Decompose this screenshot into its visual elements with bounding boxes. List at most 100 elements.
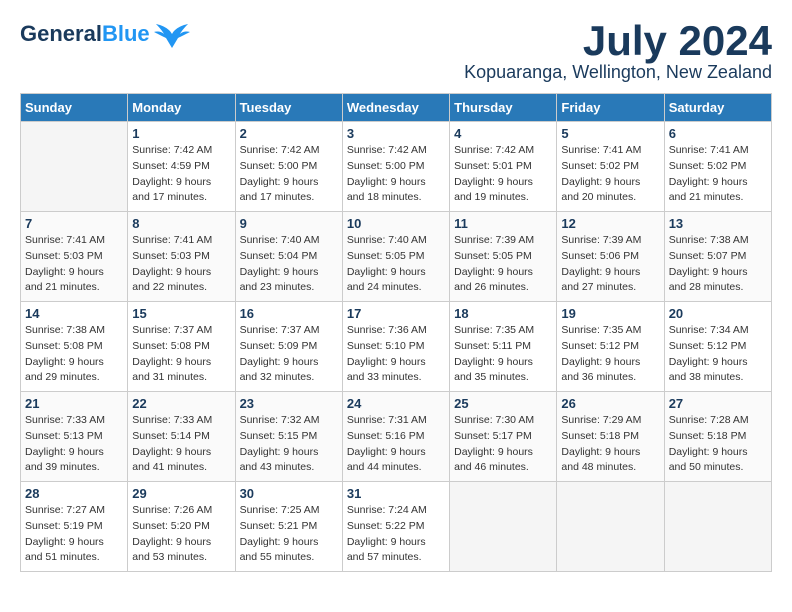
- day-number: 26: [561, 396, 659, 411]
- calendar-cell: 11Sunrise: 7:39 AMSunset: 5:05 PMDayligh…: [450, 212, 557, 302]
- day-number: 5: [561, 126, 659, 141]
- calendar-cell: 1Sunrise: 7:42 AMSunset: 4:59 PMDaylight…: [128, 122, 235, 212]
- calendar-cell: 17Sunrise: 7:36 AMSunset: 5:10 PMDayligh…: [342, 302, 449, 392]
- calendar-cell: 26 Sunrise: 7:29 AMSunset: 5:18 PMDayligh…: [557, 392, 664, 482]
- calendar-cell: 6 Sunrise: 7:41 AMSunset: 5:02 PMDaylight…: [664, 122, 771, 212]
- day-number: 7: [25, 216, 123, 231]
- day-number: 2: [240, 126, 338, 141]
- calendar-cell: 31 Sunrise: 7:24 AMSunset: 5:22 PMDayligh…: [342, 482, 449, 572]
- calendar-cell: 8 Sunrise: 7:41 AMSunset: 5:03 PMDaylight…: [128, 212, 235, 302]
- header-cell-saturday: Saturday: [664, 94, 771, 122]
- day-info: Sunrise: 7:41 AMSunset: 5:03 PMDaylight:…: [25, 233, 123, 296]
- calendar-row-1: 1Sunrise: 7:42 AMSunset: 4:59 PMDaylight…: [21, 122, 772, 212]
- day-info: Sunrise: 7:32 AMSunset: 5:15 PMDaylight:…: [240, 413, 338, 476]
- logo-bird-icon: [154, 20, 190, 48]
- day-info: Sunrise: 7:41 AMSunset: 5:02 PMDaylight:…: [561, 143, 659, 206]
- calendar-cell: 9Sunrise: 7:40 AMSunset: 5:04 PMDaylight…: [235, 212, 342, 302]
- calendar-cell: 29Sunrise: 7:26 AMSunset: 5:20 PMDayligh…: [128, 482, 235, 572]
- day-info: Sunrise: 7:41 AMSunset: 5:02 PMDaylight:…: [669, 143, 767, 206]
- day-number: 11: [454, 216, 552, 231]
- calendar-cell: 7 Sunrise: 7:41 AMSunset: 5:03 PMDaylight…: [21, 212, 128, 302]
- day-info: Sunrise: 7:40 AMSunset: 5:04 PMDaylight:…: [240, 233, 338, 296]
- day-number: 4: [454, 126, 552, 141]
- calendar-cell: 23Sunrise: 7:32 AMSunset: 5:15 PMDayligh…: [235, 392, 342, 482]
- day-info: Sunrise: 7:31 AMSunset: 5:16 PMDaylight:…: [347, 413, 445, 476]
- calendar-cell: 16Sunrise: 7:37 AMSunset: 5:09 PMDayligh…: [235, 302, 342, 392]
- calendar-cell: 2Sunrise: 7:42 AMSunset: 5:00 PMDaylight…: [235, 122, 342, 212]
- calendar-row-4: 21 Sunrise: 7:33 AMSunset: 5:13 PMDayligh…: [21, 392, 772, 482]
- day-number: 30: [240, 486, 338, 501]
- day-number: 19: [561, 306, 659, 321]
- day-number: 29: [132, 486, 230, 501]
- day-number: 15: [132, 306, 230, 321]
- day-number: 16: [240, 306, 338, 321]
- calendar-cell: 25 Sunrise: 7:30 AMSunset: 5:17 PMDayligh…: [450, 392, 557, 482]
- header-cell-wednesday: Wednesday: [342, 94, 449, 122]
- title-block: July 2024 Kopuaranga, Wellington, New Ze…: [464, 20, 772, 83]
- day-number: 25: [454, 396, 552, 411]
- day-number: 20: [669, 306, 767, 321]
- day-number: 24: [347, 396, 445, 411]
- calendar-row-2: 7 Sunrise: 7:41 AMSunset: 5:03 PMDaylight…: [21, 212, 772, 302]
- day-info: Sunrise: 7:39 AMSunset: 5:06 PMDaylight:…: [561, 233, 659, 296]
- day-info: Sunrise: 7:35 AMSunset: 5:12 PMDaylight:…: [561, 323, 659, 386]
- day-number: 22: [132, 396, 230, 411]
- day-number: 8: [132, 216, 230, 231]
- day-number: 27: [669, 396, 767, 411]
- day-info: Sunrise: 7:30 AMSunset: 5:17 PMDaylight:…: [454, 413, 552, 476]
- day-info: Sunrise: 7:29 AMSunset: 5:18 PMDaylight:…: [561, 413, 659, 476]
- day-info: Sunrise: 7:38 AMSunset: 5:07 PMDaylight:…: [669, 233, 767, 296]
- day-info: Sunrise: 7:42 AMSunset: 5:00 PMDaylight:…: [347, 143, 445, 206]
- calendar-table: SundayMondayTuesdayWednesdayThursdayFrid…: [20, 93, 772, 572]
- location-title: Kopuaranga, Wellington, New Zealand: [464, 62, 772, 83]
- calendar-cell: 12 Sunrise: 7:39 AMSunset: 5:06 PMDayligh…: [557, 212, 664, 302]
- calendar-cell: [664, 482, 771, 572]
- calendar-cell: 20 Sunrise: 7:34 AMSunset: 5:12 PMDayligh…: [664, 302, 771, 392]
- header-cell-sunday: Sunday: [21, 94, 128, 122]
- day-info: Sunrise: 7:33 AMSunset: 5:13 PMDaylight:…: [25, 413, 123, 476]
- day-number: 3: [347, 126, 445, 141]
- logo: GeneralBlue: [20, 20, 190, 48]
- calendar-cell: 30Sunrise: 7:25 AMSunset: 5:21 PMDayligh…: [235, 482, 342, 572]
- calendar-cell: 28 Sunrise: 7:27 AMSunset: 5:19 PMDayligh…: [21, 482, 128, 572]
- calendar-cell: [21, 122, 128, 212]
- calendar-cell: 5 Sunrise: 7:41 AMSunset: 5:02 PMDaylight…: [557, 122, 664, 212]
- day-info: Sunrise: 7:27 AMSunset: 5:19 PMDaylight:…: [25, 503, 123, 566]
- day-info: Sunrise: 7:42 AMSunset: 4:59 PMDaylight:…: [132, 143, 230, 206]
- calendar-body: 1Sunrise: 7:42 AMSunset: 4:59 PMDaylight…: [21, 122, 772, 572]
- day-info: Sunrise: 7:41 AMSunset: 5:03 PMDaylight:…: [132, 233, 230, 296]
- day-info: Sunrise: 7:28 AMSunset: 5:18 PMDaylight:…: [669, 413, 767, 476]
- day-number: 17: [347, 306, 445, 321]
- calendar-cell: 19 Sunrise: 7:35 AMSunset: 5:12 PMDayligh…: [557, 302, 664, 392]
- day-info: Sunrise: 7:24 AMSunset: 5:22 PMDaylight:…: [347, 503, 445, 566]
- day-number: 6: [669, 126, 767, 141]
- day-info: Sunrise: 7:34 AMSunset: 5:12 PMDaylight:…: [669, 323, 767, 386]
- day-number: 21: [25, 396, 123, 411]
- day-info: Sunrise: 7:42 AMSunset: 5:01 PMDaylight:…: [454, 143, 552, 206]
- calendar-header: SundayMondayTuesdayWednesdayThursdayFrid…: [21, 94, 772, 122]
- day-number: 31: [347, 486, 445, 501]
- day-number: 10: [347, 216, 445, 231]
- day-info: Sunrise: 7:40 AMSunset: 5:05 PMDaylight:…: [347, 233, 445, 296]
- day-number: 28: [25, 486, 123, 501]
- month-title: July 2024: [464, 20, 772, 62]
- header-cell-friday: Friday: [557, 94, 664, 122]
- calendar-cell: 15Sunrise: 7:37 AMSunset: 5:08 PMDayligh…: [128, 302, 235, 392]
- day-number: 18: [454, 306, 552, 321]
- logo-text: GeneralBlue: [20, 23, 150, 45]
- calendar-cell: 22Sunrise: 7:33 AMSunset: 5:14 PMDayligh…: [128, 392, 235, 482]
- header-cell-tuesday: Tuesday: [235, 94, 342, 122]
- calendar-cell: 13 Sunrise: 7:38 AMSunset: 5:07 PMDayligh…: [664, 212, 771, 302]
- header-cell-thursday: Thursday: [450, 94, 557, 122]
- header-cell-monday: Monday: [128, 94, 235, 122]
- calendar-cell: 18 Sunrise: 7:35 AMSunset: 5:11 PMDayligh…: [450, 302, 557, 392]
- calendar-cell: 3 Sunrise: 7:42 AMSunset: 5:00 PMDaylight…: [342, 122, 449, 212]
- calendar-cell: 27 Sunrise: 7:28 AMSunset: 5:18 PMDayligh…: [664, 392, 771, 482]
- day-number: 12: [561, 216, 659, 231]
- header-row: SundayMondayTuesdayWednesdayThursdayFrid…: [21, 94, 772, 122]
- day-number: 13: [669, 216, 767, 231]
- calendar-row-3: 14Sunrise: 7:38 AMSunset: 5:08 PMDayligh…: [21, 302, 772, 392]
- page-header: GeneralBlue July 2024 Kopuaranga, Wellin…: [20, 20, 772, 83]
- day-info: Sunrise: 7:35 AMSunset: 5:11 PMDaylight:…: [454, 323, 552, 386]
- calendar-cell: 14Sunrise: 7:38 AMSunset: 5:08 PMDayligh…: [21, 302, 128, 392]
